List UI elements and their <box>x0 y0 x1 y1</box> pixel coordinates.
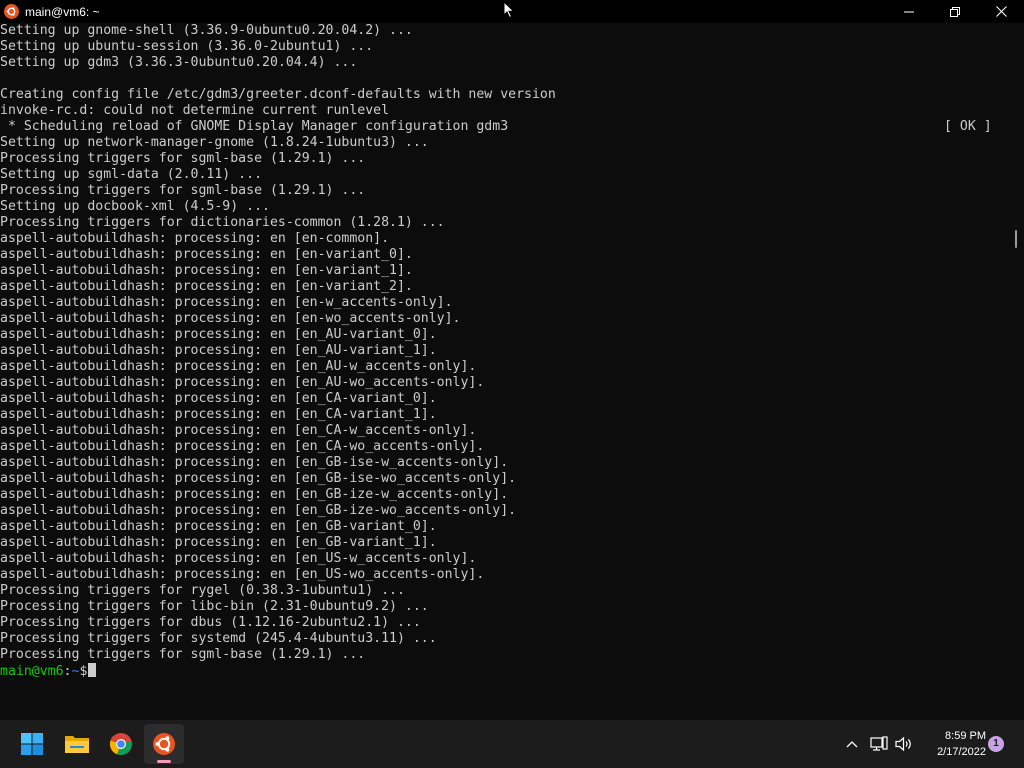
terminal-line: aspell-autobuildhash: processing: en [en… <box>0 311 461 326</box>
active-app-indicator <box>157 760 171 763</box>
terminal-line: aspell-autobuildhash: processing: en [en… <box>0 247 413 262</box>
ubuntu-icon <box>153 733 175 755</box>
volume-tray-button[interactable] <box>893 732 915 756</box>
terminal-line: aspell-autobuildhash: processing: en [en… <box>0 439 485 454</box>
maximize-button[interactable] <box>932 0 978 23</box>
text-cursor <box>88 663 97 677</box>
folder-icon <box>65 736 89 753</box>
clock-time: 8:59 PM <box>945 730 986 742</box>
ubuntu-icon[interactable] <box>4 4 19 19</box>
terminal-line: aspell-autobuildhash: processing: en [en… <box>0 471 517 486</box>
taskbar-chrome[interactable] <box>101 724 141 764</box>
terminal-line: invoke-rc.d: could not determine current… <box>0 103 390 118</box>
terminal-line: Processing triggers for libc-bin (2.31-0… <box>0 599 429 614</box>
terminal-line-text: * Scheduling reload of GNOME Display Man… <box>0 119 509 134</box>
start-button[interactable] <box>12 724 52 764</box>
ok-status-label: [ OK ] <box>944 119 992 134</box>
terminal-line: Processing triggers for rygel (0.38.3-1u… <box>0 583 405 598</box>
window-controls <box>886 0 1024 23</box>
notification-badge[interactable]: 1 <box>988 736 1004 752</box>
terminal-line: aspell-autobuildhash: processing: en [en… <box>0 519 437 534</box>
terminal-line: Processing triggers for sgml-base (1.29.… <box>0 647 366 662</box>
restore-icon <box>950 6 960 17</box>
terminal-line: aspell-autobuildhash: processing: en [en… <box>0 231 390 246</box>
terminal-line: Processing triggers for dictionaries-com… <box>0 215 445 230</box>
speaker-icon <box>895 736 911 752</box>
terminal-line: aspell-autobuildhash: processing: en [en… <box>0 567 485 582</box>
terminal-line: aspell-autobuildhash: processing: en [en… <box>0 503 517 518</box>
terminal-line-with-status: * Scheduling reload of GNOME Display Man… <box>0 119 1012 135</box>
close-button[interactable] <box>978 0 1024 23</box>
terminal-line: aspell-autobuildhash: processing: en [en… <box>0 343 437 358</box>
window-title: main@vm6: ~ <box>25 4 100 19</box>
taskbar-file-explorer[interactable] <box>57 724 97 764</box>
terminal-line: aspell-autobuildhash: processing: en [en… <box>0 407 437 422</box>
mouse-pointer-icon <box>503 1 515 19</box>
terminal-line: Processing triggers for dbus (1.12.16-2u… <box>0 615 421 630</box>
taskbar: 8:59 PM 2/17/2022 1 <box>0 720 1024 768</box>
terminal-line: Processing triggers for sgml-base (1.29.… <box>0 183 366 198</box>
terminal-line: aspell-autobuildhash: processing: en [en… <box>0 295 453 310</box>
clock-date: 2/17/2022 <box>937 746 986 758</box>
shell-prompt[interactable]: main@vm6:~$ <box>0 663 1012 679</box>
terminal-line: aspell-autobuildhash: processing: en [en… <box>0 487 509 502</box>
vertical-scrollbar[interactable] <box>1012 23 1024 720</box>
terminal-line: Processing triggers for sgml-base (1.29.… <box>0 151 366 166</box>
taskbar-ubuntu-terminal[interactable] <box>144 724 184 764</box>
terminal-line: aspell-autobuildhash: processing: en [en… <box>0 423 477 438</box>
network-icon <box>870 736 888 751</box>
terminal-line: aspell-autobuildhash: processing: en [en… <box>0 327 437 342</box>
network-tray-button[interactable] <box>868 732 890 756</box>
prompt-symbol: $ <box>79 664 88 679</box>
terminal-line: Setting up sgml-data (2.0.11) ... <box>0 167 263 182</box>
minimize-button[interactable] <box>886 0 932 23</box>
windows-start-icon <box>21 733 43 755</box>
chevron-up-icon <box>846 741 858 748</box>
terminal-output[interactable]: Setting up gnome-shell (3.36.9-0ubuntu0.… <box>0 23 1012 720</box>
terminal-window: main@vm6: ~ Setting up gnome-shell (3.36… <box>0 0 1024 720</box>
terminal-line: aspell-autobuildhash: processing: en [en… <box>0 375 485 390</box>
terminal-line: Setting up gdm3 (3.36.3-0ubuntu0.20.04.4… <box>0 55 358 70</box>
terminal-line: aspell-autobuildhash: processing: en [en… <box>0 535 437 550</box>
prompt-user-host: main@vm6 <box>0 664 64 679</box>
terminal-line: aspell-autobuildhash: processing: en [en… <box>0 279 413 294</box>
terminal-line: Setting up docbook-xml (4.5-9) ... <box>0 199 270 214</box>
minimize-icon <box>904 11 914 12</box>
terminal-line: aspell-autobuildhash: processing: en [en… <box>0 455 509 470</box>
scrollbar-thumb[interactable] <box>1015 230 1017 248</box>
terminal-line: Setting up ubuntu-session (3.36.0-2ubunt… <box>0 39 374 54</box>
show-hidden-icons-button[interactable] <box>841 732 863 756</box>
terminal-line: Setting up gnome-shell (3.36.9-0ubuntu0.… <box>0 23 413 38</box>
terminal-line: aspell-autobuildhash: processing: en [en… <box>0 551 477 566</box>
terminal-line: Setting up network-manager-gnome (1.8.24… <box>0 135 429 150</box>
taskbar-clock[interactable]: 8:59 PM 2/17/2022 <box>922 728 986 760</box>
terminal-line: Creating config file /etc/gdm3/greeter.d… <box>0 87 556 102</box>
terminal-line: aspell-autobuildhash: processing: en [en… <box>0 263 413 278</box>
terminal-line: aspell-autobuildhash: processing: en [en… <box>0 359 477 374</box>
terminal-line: aspell-autobuildhash: processing: en [en… <box>0 391 437 406</box>
close-icon <box>995 6 1007 17</box>
chrome-icon <box>109 733 132 756</box>
terminal-line: Processing triggers for systemd (245.4-4… <box>0 631 437 646</box>
